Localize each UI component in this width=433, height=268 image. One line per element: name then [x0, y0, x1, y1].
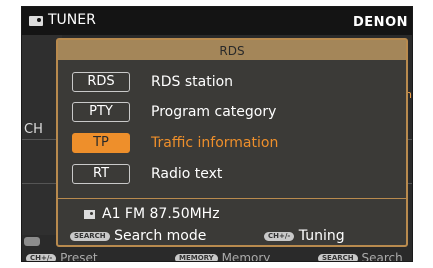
memory-button-icon: MEMORY [175, 254, 218, 261]
background-footer: CH+/- Preset MEMORY Memory SEARCH Search [22, 251, 412, 262]
hint-label: Search mode [114, 228, 207, 244]
brand-logo: DENON [353, 15, 408, 30]
rds-dialog: RDS RDS RDS station PTY Program category… [56, 38, 408, 247]
option-rds-station[interactable]: RDS RDS station [72, 72, 392, 94]
option-program-category[interactable]: PTY Program category [72, 102, 392, 124]
footer-preset-label: Preset [60, 251, 98, 262]
footer-memory-label: Memory [221, 251, 271, 262]
tuner-icon [29, 16, 43, 26]
option-label: Radio text [151, 166, 223, 182]
footer-search[interactable]: SEARCH Search [318, 251, 403, 262]
rds-button[interactable]: RDS [72, 72, 130, 92]
footer-preset[interactable]: CH+/- Preset [26, 251, 98, 262]
current-station: A1 FM 87.50MHz [102, 206, 220, 222]
ch-button-icon: CH+/- [264, 231, 295, 241]
option-label: RDS station [151, 74, 234, 90]
hint-search-mode[interactable]: SEARCH Search mode [70, 228, 206, 244]
rt-button[interactable]: RT [72, 164, 130, 184]
option-traffic-information[interactable]: TP Traffic information [72, 133, 392, 155]
dialog-hints: SEARCH Search mode CH+/- Tuning [70, 228, 400, 244]
pty-button[interactable]: PTY [72, 102, 130, 122]
footer-memory[interactable]: MEMORY Memory [175, 251, 271, 262]
hint-label: Tuning [298, 228, 345, 244]
footer-search-label: Search [361, 251, 403, 262]
option-radio-text[interactable]: RT Radio text [72, 164, 392, 186]
dialog-title-bar: RDS [58, 40, 406, 60]
search-button-icon: SEARCH [318, 254, 358, 261]
dialog-title: RDS [219, 44, 245, 58]
tuner-screen: TUNER DENON CH TO ayin CH+/- Preset MEMO… [21, 6, 413, 262]
header-bar: TUNER DENON [22, 7, 412, 35]
ch-button-icon: CH+/- [26, 254, 57, 261]
skip-icon [24, 237, 40, 246]
tp-button[interactable]: TP [72, 133, 130, 153]
option-label: Program category [151, 104, 277, 120]
hint-tuning[interactable]: CH+/- Tuning [264, 228, 345, 244]
tuner-icon [84, 210, 95, 219]
search-button-icon: SEARCH [70, 231, 110, 241]
background-channel-label: CH [24, 122, 43, 137]
screen-title: TUNER [48, 12, 96, 28]
dialog-divider [58, 198, 406, 199]
option-label: Traffic information [151, 135, 279, 151]
